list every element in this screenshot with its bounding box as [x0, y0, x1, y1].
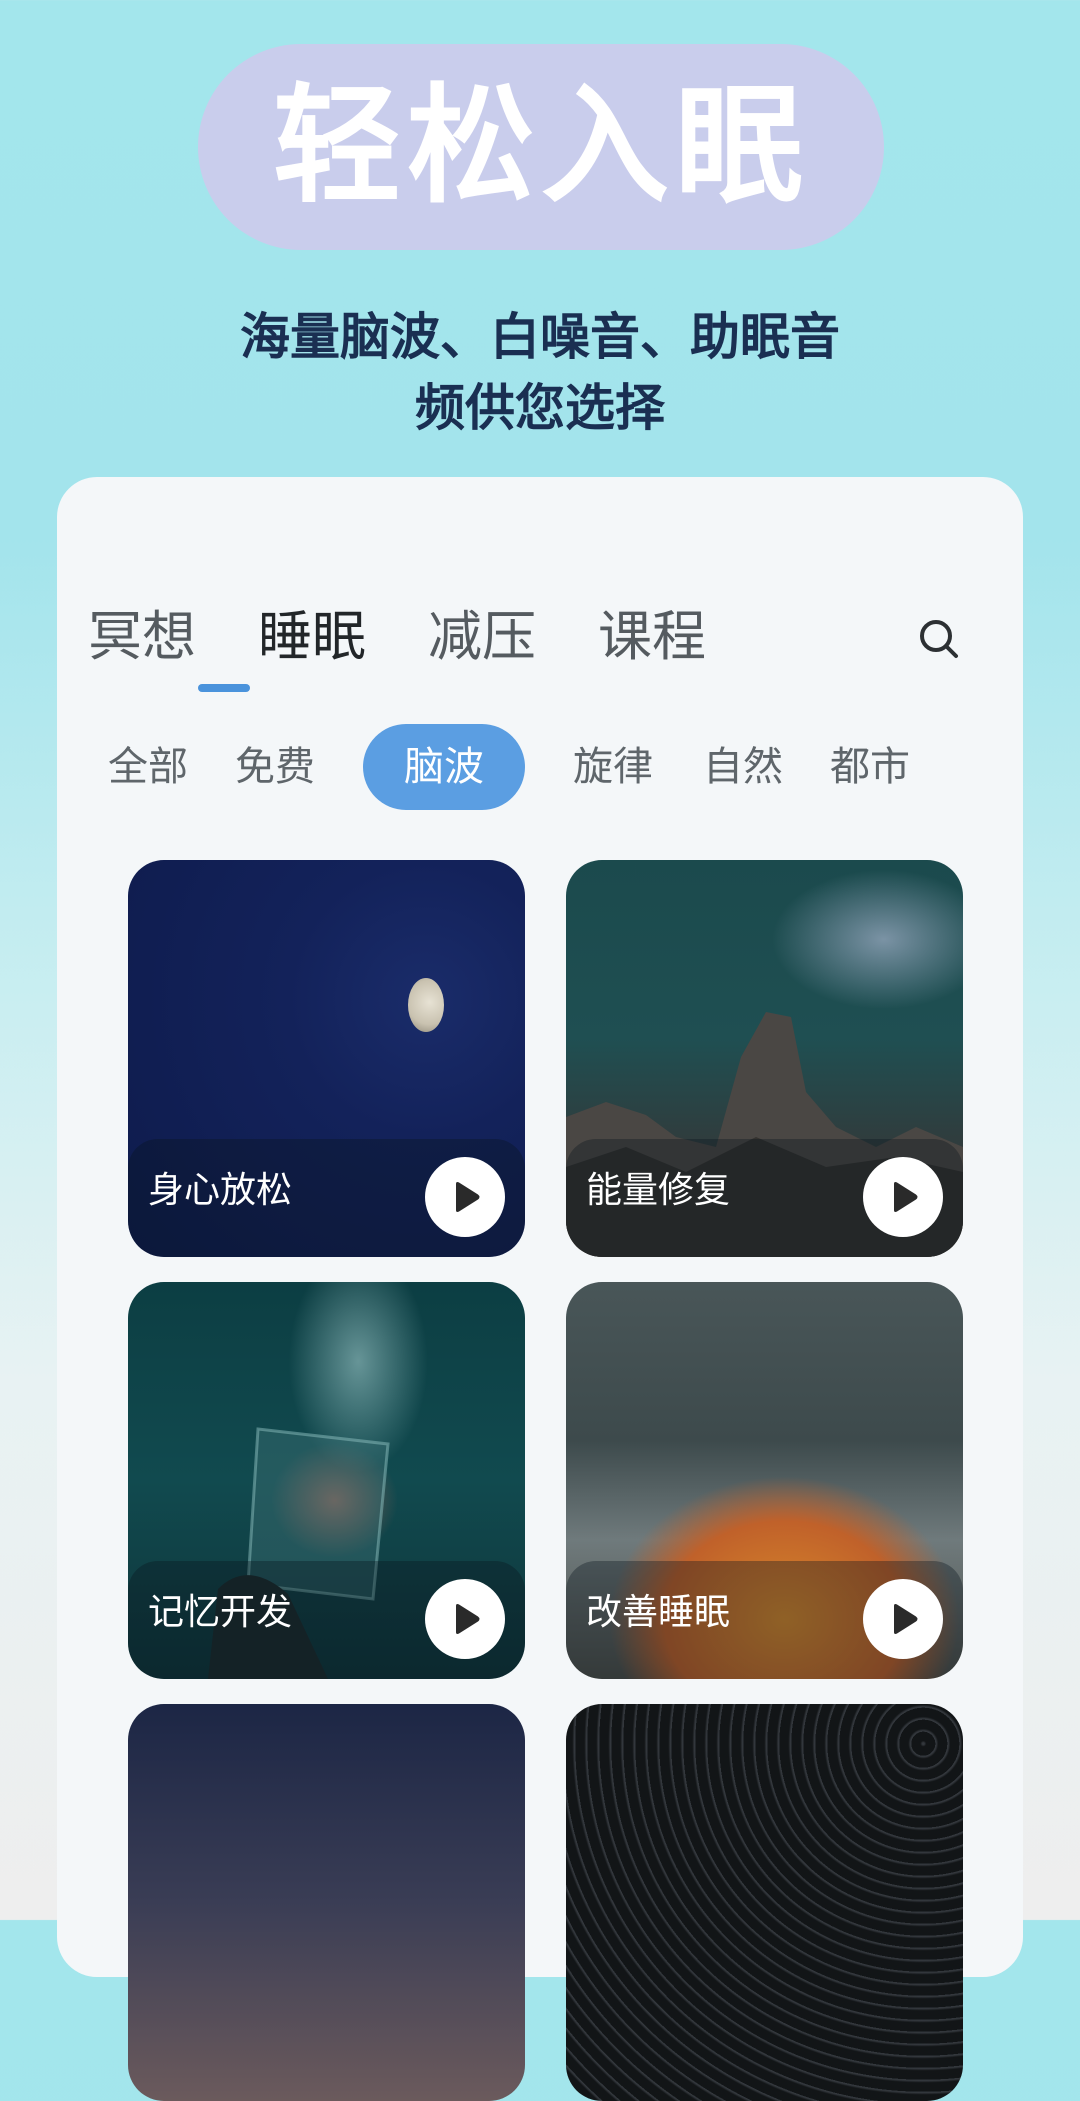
- search-button[interactable]: [912, 612, 968, 668]
- tab-meditation[interactable]: 冥想: [88, 600, 258, 674]
- play-icon: [894, 1604, 918, 1634]
- hero-banner: 轻松入眠: [198, 44, 884, 250]
- sound-card[interactable]: 能量修复: [566, 860, 963, 1257]
- chip-brainwave[interactable]: 脑波: [363, 724, 525, 810]
- hero-title: 轻松入眠: [272, 72, 809, 221]
- play-button[interactable]: [863, 1157, 943, 1237]
- filter-chips: 全部 免费 脑波 旋律 自然 都市: [0, 724, 1080, 810]
- chip-melody[interactable]: 旋律: [573, 724, 653, 810]
- tab-courses[interactable]: 课程: [598, 600, 768, 674]
- card-title: 身心放松: [148, 1170, 293, 1211]
- tab-stress-relief[interactable]: 减压: [428, 600, 598, 674]
- tab-sleep[interactable]: 睡眠: [258, 600, 428, 674]
- chip-all[interactable]: 全部: [108, 724, 188, 810]
- card-title: 能量修复: [586, 1170, 731, 1211]
- play-icon: [894, 1182, 918, 1212]
- chip-nature[interactable]: 自然: [703, 724, 783, 810]
- play-button[interactable]: [863, 1579, 943, 1659]
- play-icon: [456, 1182, 480, 1212]
- sound-card[interactable]: 身心放松: [128, 860, 525, 1257]
- active-tab-indicator: [198, 684, 250, 692]
- moon-image: [408, 978, 444, 1032]
- chip-free[interactable]: 免费: [235, 724, 315, 810]
- play-button[interactable]: [425, 1157, 505, 1237]
- card-title: 改善睡眠: [586, 1592, 731, 1633]
- card-title: 记忆开发: [148, 1592, 293, 1633]
- sound-card[interactable]: 记忆开发: [128, 1282, 525, 1679]
- play-button[interactable]: [425, 1579, 505, 1659]
- sound-card[interactable]: 改善睡眠: [566, 1282, 963, 1679]
- category-tabs: 冥想 睡眠 减压 课程: [88, 600, 768, 674]
- hero-subtitle-line2: 频供您选择: [415, 379, 665, 437]
- chip-city[interactable]: 都市: [830, 724, 910, 810]
- sound-card[interactable]: [566, 1704, 963, 2101]
- sound-card[interactable]: [128, 1704, 525, 2101]
- search-icon: [920, 620, 958, 658]
- play-icon: [456, 1604, 480, 1634]
- hero-subtitle-line1: 海量脑波、白噪音、助眠音: [240, 308, 840, 366]
